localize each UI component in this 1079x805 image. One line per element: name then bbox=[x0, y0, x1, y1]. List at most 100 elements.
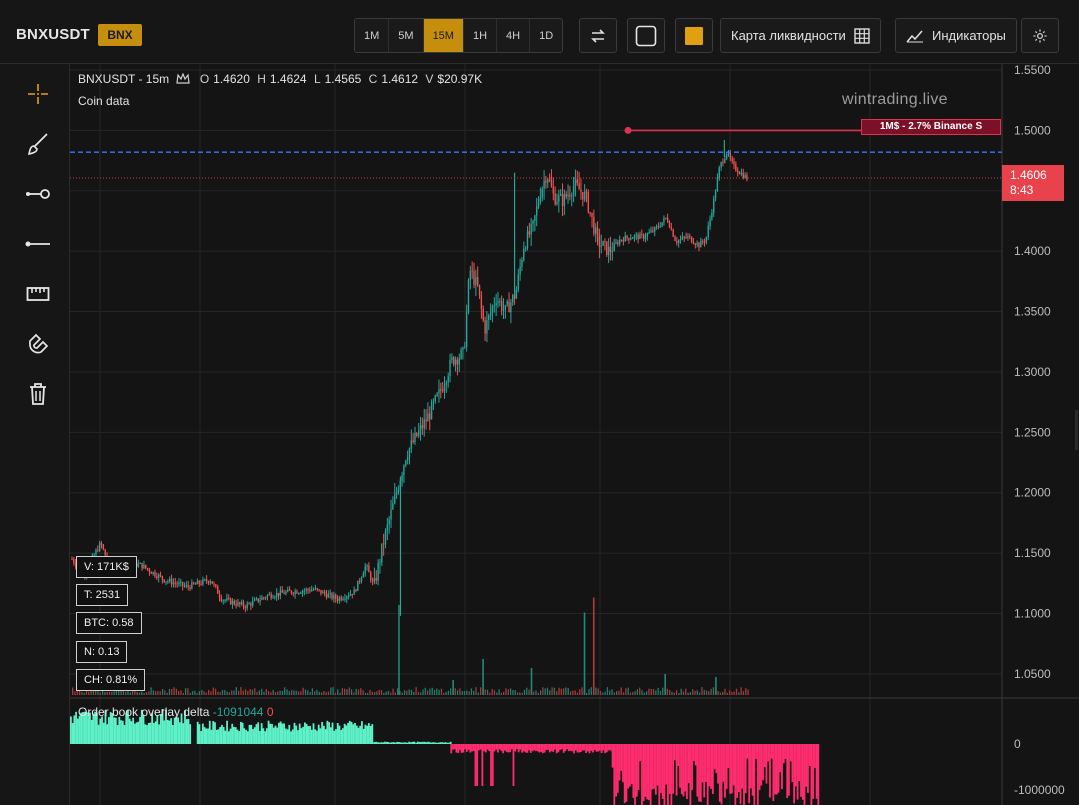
volume-bar bbox=[357, 689, 360, 695]
delta-bar-positive bbox=[170, 718, 173, 744]
color-picker-button[interactable] bbox=[675, 18, 713, 53]
delta-bar-negative bbox=[569, 744, 572, 751]
candle-body bbox=[497, 301, 499, 303]
delete-tool[interactable] bbox=[22, 378, 54, 410]
volume-bar bbox=[327, 691, 330, 695]
timeframe-1m[interactable]: 1M bbox=[355, 19, 390, 52]
volume-bar bbox=[500, 692, 503, 695]
candle-body bbox=[235, 604, 237, 606]
settings-button[interactable] bbox=[1021, 18, 1059, 53]
delta-bar-positive bbox=[219, 727, 222, 744]
chart-area[interactable]: 1.55001.50001.45001.40001.35001.30001.25… bbox=[70, 64, 1079, 805]
volume-bar bbox=[367, 692, 369, 695]
delta-bar-positive bbox=[272, 727, 275, 744]
liquidity-map-button[interactable]: Карта ликвидности bbox=[720, 18, 881, 53]
delta-bar-negative bbox=[639, 744, 642, 762]
delta-bar-positive bbox=[441, 742, 443, 744]
delta-bar-positive bbox=[177, 717, 179, 744]
volume-bar bbox=[191, 691, 194, 695]
crown-icon[interactable] bbox=[176, 72, 191, 84]
volume-bar bbox=[703, 689, 705, 695]
horizontal-line-tool[interactable] bbox=[22, 228, 54, 260]
y-tick-label: 1.3000 bbox=[1014, 365, 1051, 379]
panel-resize-handle[interactable] bbox=[1075, 410, 1078, 450]
delta-bar-positive bbox=[399, 742, 402, 744]
candle-body bbox=[558, 195, 560, 202]
delta-bar-positive bbox=[302, 726, 305, 744]
candle-body bbox=[735, 164, 737, 171]
timeframe-1d[interactable]: 1D bbox=[530, 19, 562, 52]
ruler-tool[interactable] bbox=[22, 278, 54, 310]
candle-body bbox=[541, 188, 543, 198]
timeframe-1h[interactable]: 1H bbox=[464, 19, 498, 52]
delta-bar-negative bbox=[727, 744, 730, 768]
delta-bar-positive bbox=[130, 721, 133, 744]
delta-bar-negative bbox=[725, 744, 728, 789]
delta-bar-positive bbox=[168, 720, 171, 744]
delta-bar-negative bbox=[741, 744, 744, 789]
timeframe-5m[interactable]: 5M bbox=[389, 19, 424, 52]
delta-bar-negative bbox=[503, 744, 506, 751]
magnet-tool[interactable] bbox=[22, 328, 54, 360]
current-price-tag: 1.4606 8:43 bbox=[1002, 165, 1064, 201]
candle-body bbox=[676, 240, 678, 244]
volume-bar bbox=[733, 691, 735, 695]
volume-bar bbox=[182, 692, 184, 695]
ray-tool[interactable] bbox=[22, 178, 54, 210]
delta-bar-negative bbox=[677, 744, 680, 767]
delta-bar-negative bbox=[481, 744, 484, 786]
candle-body bbox=[438, 388, 440, 394]
delta-bar-negative bbox=[753, 744, 756, 805]
stat-change: CH: 0.81% bbox=[76, 669, 146, 691]
candle-body bbox=[731, 158, 733, 162]
candle-body bbox=[150, 572, 152, 574]
square-style-button[interactable] bbox=[627, 18, 665, 53]
delta-bar-negative bbox=[781, 744, 783, 790]
timeframe-15m[interactable]: 15M bbox=[423, 19, 464, 52]
candle-body bbox=[405, 460, 407, 466]
swap-button[interactable] bbox=[579, 18, 617, 53]
volume-bar bbox=[196, 692, 198, 695]
volume-bar bbox=[650, 688, 652, 695]
candle-body bbox=[746, 175, 748, 180]
brush-tool[interactable] bbox=[22, 128, 54, 160]
candle-body bbox=[71, 559, 73, 561]
volume-bar bbox=[581, 687, 583, 695]
drawing-toolbar bbox=[0, 64, 70, 805]
candle-body bbox=[537, 202, 540, 207]
volume-bar bbox=[507, 689, 509, 695]
candle-body bbox=[589, 211, 591, 213]
liquidity-level-label[interactable]: 1M$ - 2.7% Binance S bbox=[861, 119, 1001, 135]
price-chart[interactable]: 1.55001.50001.45001.40001.35001.30001.25… bbox=[70, 64, 1079, 805]
candle-body bbox=[416, 432, 418, 436]
timeframe-4h[interactable]: 4H bbox=[497, 19, 531, 52]
volume-bar bbox=[705, 690, 708, 695]
delta-bar-positive bbox=[442, 742, 445, 744]
delta-bar-positive bbox=[226, 720, 228, 744]
volume-bar bbox=[261, 688, 263, 695]
symbol-title[interactable]: BNXUSDT bbox=[16, 26, 90, 43]
volume-bar bbox=[426, 690, 429, 695]
volume-bar bbox=[201, 689, 203, 695]
delta-bar-positive bbox=[259, 730, 261, 744]
candle-body bbox=[727, 153, 730, 155]
candle-body bbox=[523, 248, 525, 261]
brush-icon bbox=[27, 133, 48, 156]
delta-bar-positive bbox=[384, 741, 386, 744]
crosshair-tool[interactable] bbox=[22, 78, 54, 110]
stat-trades: T: 2531 bbox=[76, 584, 129, 606]
indicators-button[interactable]: Индикаторы bbox=[895, 18, 1017, 53]
delta-bar-positive bbox=[198, 724, 201, 744]
candle-body bbox=[550, 180, 553, 187]
candle-body bbox=[607, 246, 610, 255]
coin-data-label[interactable]: Coin data bbox=[78, 94, 129, 108]
candle-body bbox=[454, 359, 457, 365]
volume-bar bbox=[371, 691, 373, 695]
candle-body bbox=[102, 544, 105, 550]
candle-body bbox=[482, 308, 484, 321]
delta-bar-positive bbox=[429, 742, 431, 744]
candle-body bbox=[685, 237, 687, 239]
delta-bar-negative bbox=[599, 744, 601, 751]
candle-body bbox=[333, 595, 335, 599]
volume-bar bbox=[687, 692, 689, 695]
